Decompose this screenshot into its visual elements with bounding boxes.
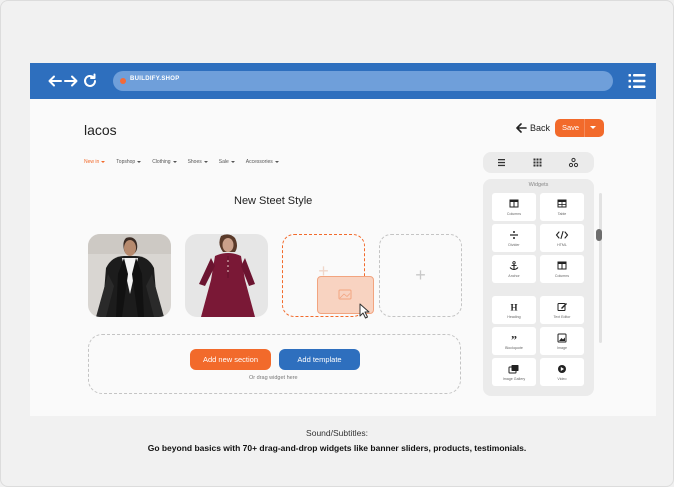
columns-icon bbox=[509, 199, 519, 208]
woman-burgundy-dress-image bbox=[185, 234, 268, 317]
nav-item-topshop[interactable]: Topshop bbox=[116, 159, 142, 165]
widget-text-editor[interactable]: Text Editor bbox=[540, 296, 584, 324]
section-title: New Steet Style bbox=[234, 195, 313, 207]
widget-heading[interactable]: H Heading bbox=[492, 296, 536, 324]
subtitles-heading: Sound/Subtitles: bbox=[306, 428, 368, 438]
back-arrow-icon bbox=[516, 123, 527, 133]
widget-anchor[interactable]: Anchor bbox=[492, 255, 536, 283]
save-divider bbox=[584, 119, 585, 137]
man-leather-jacket-image bbox=[88, 234, 171, 317]
table-icon bbox=[557, 199, 567, 208]
back-arrow-icon[interactable] bbox=[47, 73, 63, 89]
address-bar[interactable]: BUILDIFY.SHOP bbox=[113, 71, 613, 91]
add-plus-icon: + bbox=[415, 265, 426, 285]
hamburger-menu-icon[interactable] bbox=[628, 72, 646, 90]
widget-image-gallery[interactable]: Image Gallery bbox=[492, 358, 536, 386]
nav-item-sale[interactable]: Sale bbox=[219, 159, 235, 165]
quote-icon: ” bbox=[511, 333, 517, 343]
forward-arrow-icon[interactable] bbox=[63, 73, 79, 89]
heading-icon: H bbox=[510, 303, 517, 313]
nav-item-shoes[interactable]: Shoes bbox=[188, 159, 208, 165]
play-icon bbox=[558, 365, 566, 373]
page-title: lacos bbox=[84, 122, 117, 138]
widget-blockquote[interactable]: ” Blockquote bbox=[492, 327, 536, 355]
widgets-panel-title: Widgets bbox=[528, 182, 549, 188]
browser-toolbar: BUILDIFY.SHOP bbox=[30, 63, 656, 99]
widget-html[interactable]: HTML bbox=[540, 224, 584, 252]
panel-view-tabs bbox=[483, 152, 594, 173]
product-image-dress[interactable] bbox=[185, 234, 268, 317]
gallery-icon bbox=[508, 365, 519, 374]
shop-navigation: New in Topshop Clothing Shoes Sale Acces… bbox=[84, 159, 290, 165]
section-drop-zone[interactable] bbox=[88, 334, 461, 394]
nav-item-new-in[interactable]: New in bbox=[84, 159, 106, 165]
widgets-panel: Widgets Columns Table Divider HTML Ancho… bbox=[483, 179, 594, 396]
widget-video[interactable]: Video bbox=[540, 358, 584, 386]
product-image-jacket[interactable] bbox=[88, 234, 171, 317]
chevron-down-icon bbox=[203, 161, 208, 163]
image-icon bbox=[557, 333, 567, 343]
site-favicon-icon bbox=[120, 78, 126, 84]
chevron-down-icon bbox=[172, 161, 177, 163]
divider-icon bbox=[510, 231, 518, 239]
add-new-section-button[interactable]: Add new section bbox=[190, 349, 271, 370]
panel-scrollbar[interactable] bbox=[599, 193, 602, 343]
panel-scroll-thumb[interactable] bbox=[596, 229, 602, 241]
pointer-cursor-icon bbox=[359, 303, 370, 319]
code-icon bbox=[555, 230, 569, 240]
svg-text:H: H bbox=[510, 303, 517, 313]
svg-text:”: ” bbox=[511, 333, 517, 343]
columns-icon bbox=[557, 261, 567, 270]
anchor-icon bbox=[509, 261, 519, 270]
back-button[interactable]: Back bbox=[516, 121, 550, 135]
widget-table[interactable]: Table bbox=[540, 193, 584, 221]
grid-view-icon[interactable] bbox=[532, 157, 543, 168]
back-label: Back bbox=[530, 123, 551, 133]
save-dropdown-icon[interactable] bbox=[590, 126, 596, 129]
save-button[interactable]: Save bbox=[555, 119, 604, 137]
chevron-down-icon bbox=[274, 161, 279, 163]
chevron-down-icon bbox=[137, 161, 142, 163]
drag-hint: Or drag widget here bbox=[249, 375, 298, 381]
save-label: Save bbox=[562, 123, 580, 132]
reload-icon[interactable] bbox=[82, 73, 98, 89]
url-text: BUILDIFY.SHOP bbox=[130, 76, 180, 82]
widget-image[interactable]: Image bbox=[540, 327, 584, 355]
chevron-down-icon bbox=[101, 161, 106, 163]
chevron-down-icon bbox=[230, 161, 235, 163]
add-template-button[interactable]: Add template bbox=[279, 349, 360, 370]
widget-columns[interactable]: Columns bbox=[492, 193, 536, 221]
edit-icon bbox=[557, 303, 567, 311]
nav-item-accessories[interactable]: Accessories bbox=[246, 159, 279, 165]
structure-view-icon[interactable] bbox=[568, 157, 579, 168]
widget-divider[interactable]: Divider bbox=[492, 224, 536, 252]
nav-item-clothing[interactable]: Clothing bbox=[152, 159, 177, 165]
widget-columns-2[interactable]: Columns bbox=[540, 255, 584, 283]
subtitles-text: Go beyond basics with 70+ drag-and-drop … bbox=[147, 443, 527, 453]
list-view-icon[interactable] bbox=[496, 157, 507, 168]
browser-window: BUILDIFY.SHOP lacos Back Save New in Top… bbox=[30, 63, 656, 416]
empty-card-placeholder[interactable]: + bbox=[379, 234, 462, 317]
